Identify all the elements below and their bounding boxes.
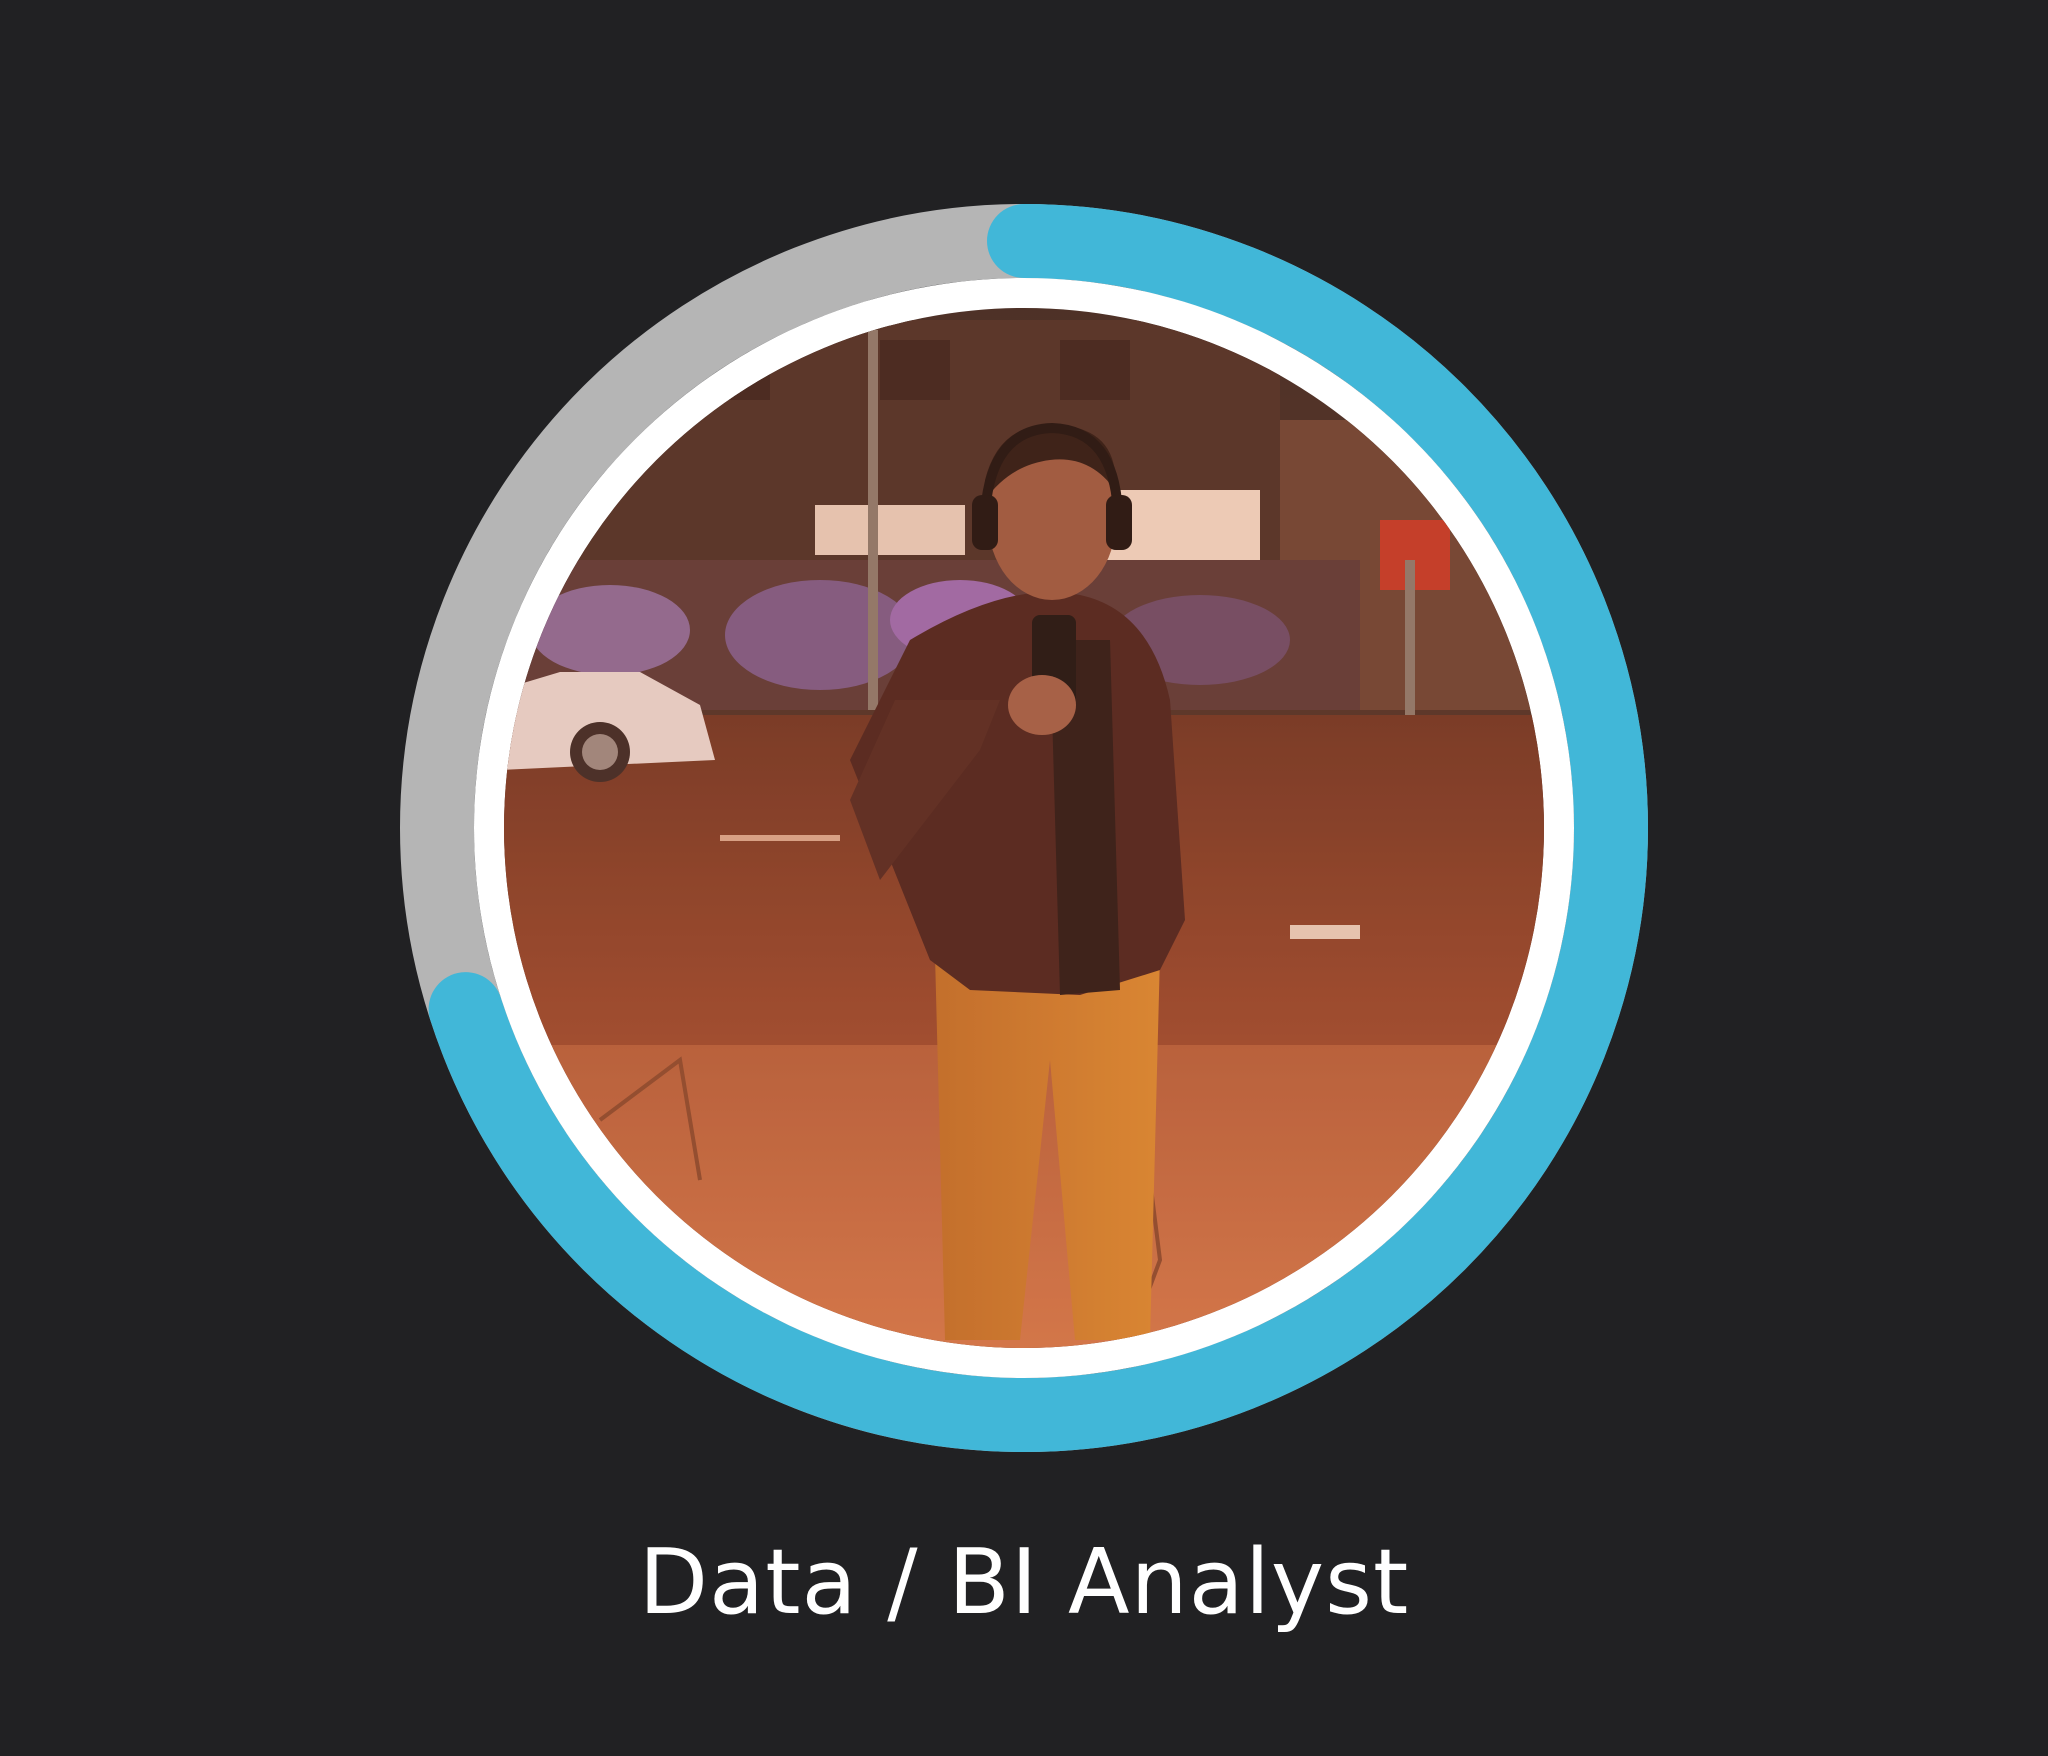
profile-card: Data / BI Analyst bbox=[0, 0, 2048, 1756]
role-title: Data / BI Analyst bbox=[638, 1530, 1410, 1635]
profile-avatar-graphic bbox=[400, 204, 1648, 1452]
